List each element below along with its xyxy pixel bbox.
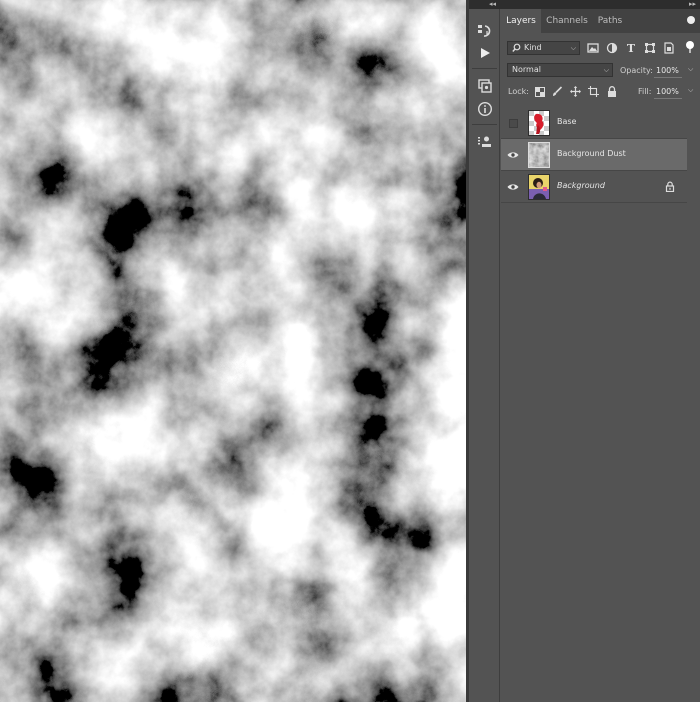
tool-separator [472,68,497,69]
fill-chevron-icon[interactable]: ⌵ [688,86,693,95]
tab-layers[interactable]: Layers [501,9,541,33]
filter-row: Kind ⌵ T [501,39,700,57]
fill-value[interactable]: 100% [656,87,679,96]
fill-label: Fill: [638,87,652,96]
visibility-toggle-off[interactable] [507,117,519,129]
info-icon[interactable] [474,99,496,119]
eye-icon[interactable] [507,149,519,161]
layers-scrollbar[interactable] [688,107,700,702]
clouds-texture-image [0,0,466,702]
layer-row-background-dust[interactable]: Background Dust [501,139,687,171]
layer-locked-icon[interactable] [665,181,675,193]
opacity-value[interactable]: 100% [656,66,679,75]
opacity-underline [654,77,682,78]
panel-dock-header: ◂◂ ▸▸ [469,0,700,9]
layer-thumbnail-background-dust [528,142,550,168]
expand-icon[interactable]: ▸▸ [689,0,696,9]
panel-tab-bar: Layers Channels Paths [501,9,700,33]
history-icon[interactable] [474,21,496,41]
image-filter-icon[interactable] [587,42,599,54]
lock-all-icon[interactable] [606,86,617,97]
blend-mode-select[interactable]: Normal ⌵ [507,63,613,77]
lock-pixels-icon[interactable] [552,86,563,97]
properties-icon[interactable] [474,132,496,152]
lock-transparent-icon[interactable] [534,86,545,97]
layer-name-base: Base [557,117,577,126]
filter-toggle-icon[interactable] [684,41,696,53]
layers-panel: Layers Channels Paths Kind ⌵ T Normal ⌵ … [501,9,700,702]
layer-name-background-dust: Background Dust [557,149,626,158]
smart-object-filter-icon[interactable] [663,42,675,54]
adjustment-filter-icon[interactable] [606,42,618,54]
blend-mode-value: Normal [512,65,541,74]
chevron-down-icon: ⌵ [603,66,609,74]
collapse-icon[interactable]: ◂◂ [489,0,496,9]
panel-menu-icon[interactable] [686,15,696,25]
document-canvas[interactable] [0,0,466,702]
shape-filter-icon[interactable] [644,42,656,54]
lock-position-icon[interactable] [570,86,581,97]
filter-kind-select[interactable]: Kind ⌵ [507,41,580,55]
eye-icon[interactable] [507,181,519,193]
layer-row-background[interactable]: Background [501,171,687,203]
lock-fill-row: Lock: Fill: 100% ⌵ [501,83,700,101]
device-preview-icon[interactable] [474,76,496,96]
tool-separator [472,124,497,125]
type-filter-icon[interactable]: T [625,42,637,55]
layer-thumbnail-base [528,110,550,136]
lock-label: Lock: [508,87,529,96]
layer-name-background: Background [557,181,605,190]
opacity-chevron-icon[interactable]: ⌵ [688,65,693,74]
tab-paths[interactable]: Paths [593,9,627,33]
layer-row-base[interactable]: Base [501,107,687,139]
play-actions-icon[interactable] [474,43,496,63]
tab-channels[interactable]: Channels [542,9,592,33]
fill-underline [654,98,682,99]
layer-thumbnail-background [528,174,550,200]
collapsed-panel-strip [469,9,500,702]
blend-opacity-row: Normal ⌵ Opacity: 100% ⌵ [501,61,700,79]
chevron-down-icon: ⌵ [570,44,576,52]
lock-artboard-icon[interactable] [588,86,599,97]
opacity-label: Opacity: [620,66,653,75]
filter-kind-value: Kind [524,43,542,52]
search-icon [512,42,521,58]
